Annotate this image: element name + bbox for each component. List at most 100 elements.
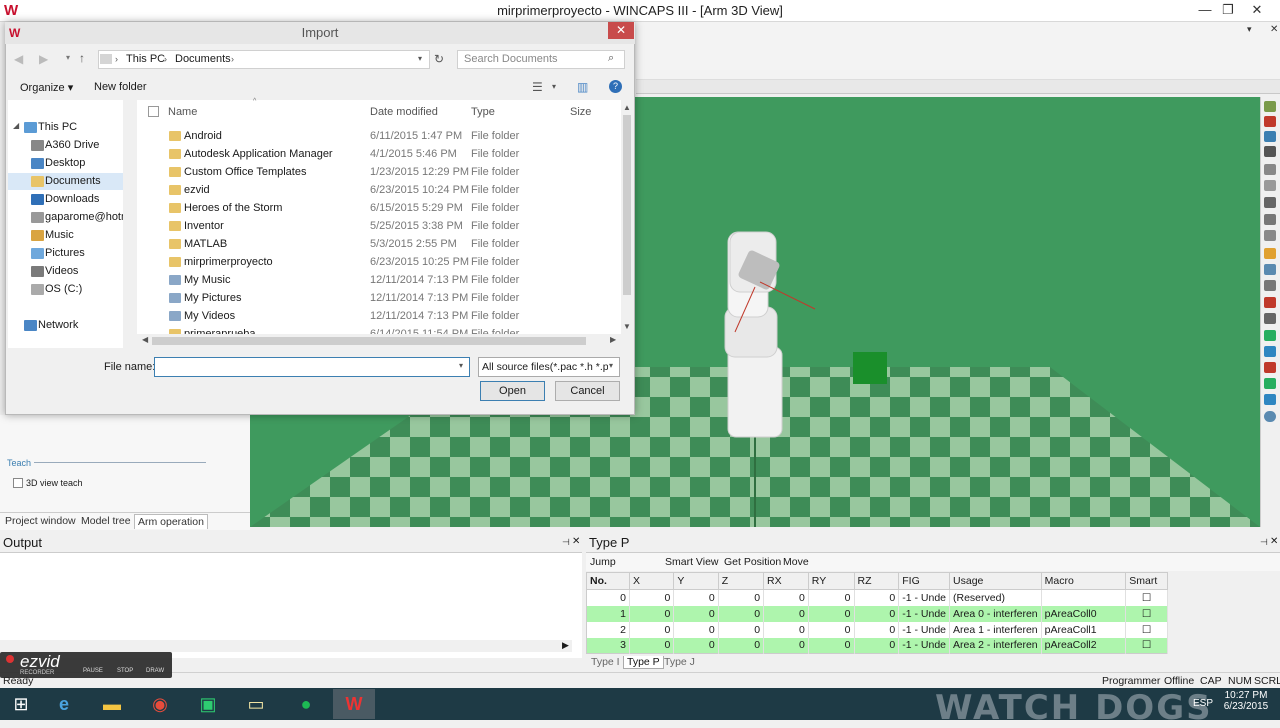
nav-a360-drive[interactable]: A360 Drive <box>45 139 99 151</box>
forward-arrow-icon[interactable]: ▶ <box>39 52 48 66</box>
typep-close-icon[interactable]: ✕ <box>1270 536 1278 547</box>
tool-icon-10[interactable] <box>1264 248 1276 259</box>
cell-fig[interactable]: -1 - Unde <box>898 621 951 638</box>
file-row[interactable]: Heroes of the Storm 6/15/2015 5:29 PM File… <box>137 200 621 218</box>
breadcrumb-documents[interactable]: Documents <box>175 53 231 65</box>
search-icon[interactable]: ⌕ <box>608 52 614 65</box>
wincaps-taskbar-icon[interactable]: W <box>333 689 375 719</box>
cell-y[interactable]: 0 <box>673 589 719 606</box>
breadcrumb-chevron-icon[interactable]: › <box>164 54 167 64</box>
mdi-minimize-button[interactable]: ▾ <box>1247 24 1252 35</box>
cell-ry[interactable]: 0 <box>808 637 855 654</box>
col-usage[interactable]: Usage <box>949 572 1042 590</box>
breadcrumb-chevron-icon[interactable]: › <box>115 54 118 64</box>
cell-z[interactable]: 0 <box>718 621 765 638</box>
organize-button[interactable]: Organize ▾ <box>20 81 73 94</box>
explorer-folder-icon[interactable]: ▭ <box>235 689 277 719</box>
column-type[interactable]: Type <box>471 106 495 118</box>
address-dropdown-icon[interactable]: ▾ <box>418 54 422 63</box>
menu-jump[interactable]: Jump <box>590 556 616 568</box>
draw-button[interactable]: DRAW <box>146 668 164 674</box>
breadcrumb-chevron-icon[interactable]: › <box>231 54 234 64</box>
file-row[interactable]: primeraprueba 6/14/2015 11:54 PM File fold… <box>137 326 621 334</box>
file-row[interactable]: My Music 12/11/2014 7:13 PM File folder <box>137 272 621 290</box>
file-row[interactable]: Custom Office Templates 1/23/2015 12:29 P… <box>137 164 621 182</box>
cell-y[interactable]: 0 <box>673 621 719 638</box>
spotify-icon[interactable]: ● <box>285 689 327 719</box>
nav-network[interactable]: Network <box>38 319 78 331</box>
cell-ry[interactable]: 0 <box>808 605 855 622</box>
cell-rx[interactable]: 0 <box>763 621 809 638</box>
file-row[interactable]: Android 6/11/2015 1:47 PM File folder <box>137 128 621 146</box>
menu-get-position[interactable]: Get Position <box>724 556 781 568</box>
output-pin-icon[interactable]: ⊣ <box>562 537 570 548</box>
file-row[interactable]: Autodesk Application Manager 4/1/2015 5:4… <box>137 146 621 164</box>
cell-rz[interactable]: 0 <box>854 589 900 606</box>
scroll-down-icon[interactable]: ▼ <box>623 322 631 331</box>
cancel-button[interactable]: Cancel <box>555 381 620 401</box>
cell-z[interactable]: 0 <box>718 589 765 606</box>
menu-smart-view[interactable]: Smart View <box>665 556 719 568</box>
table-row[interactable]: 2 0 0 0 0 0 0 -1 - Unde Area 1 - interfe… <box>586 621 1168 638</box>
typep-pin-icon[interactable]: ⊣ <box>1260 537 1268 548</box>
col-y[interactable]: Y <box>673 572 719 590</box>
cell-rz[interactable]: 0 <box>854 637 900 654</box>
cell-fig[interactable]: -1 - Unde <box>898 637 951 654</box>
tool-icon-11[interactable] <box>1264 264 1276 275</box>
open-button[interactable]: Open <box>480 381 545 401</box>
file-row[interactable]: MATLAB 5/3/2015 2:55 PM File folder <box>137 236 621 254</box>
cell-smart-checkbox[interactable]: ☐ <box>1125 621 1168 638</box>
scroll-right-arrow-icon[interactable]: ▶ <box>610 335 616 344</box>
close-button[interactable]: ✕ <box>1243 0 1271 20</box>
view-dropdown-icon[interactable]: ▾ <box>552 82 556 91</box>
file-row[interactable]: My Videos 12/11/2014 7:13 PM File folder <box>137 308 621 326</box>
tab-type-p[interactable]: Type P <box>623 656 664 669</box>
output-hscrollbar[interactable] <box>0 640 572 652</box>
cell-macro[interactable]: pAreaColl2 <box>1041 637 1127 654</box>
tool-icon-5[interactable] <box>1264 164 1276 175</box>
recent-dropdown-icon[interactable]: ▾ <box>66 53 70 62</box>
tool-icon-2[interactable] <box>1264 116 1276 127</box>
scroll-right-icon[interactable]: ▶ <box>562 640 569 651</box>
pause-button[interactable]: PAUSE <box>83 668 103 674</box>
column-date-modified[interactable]: Date modified <box>370 106 438 118</box>
axis-y2-icon[interactable] <box>1264 378 1276 389</box>
tool-icon-9[interactable] <box>1264 230 1276 241</box>
hscroll-thumb[interactable] <box>152 337 586 345</box>
vscroll-thumb[interactable] <box>623 115 631 295</box>
file-name-dropdown-icon[interactable]: ▾ <box>459 361 463 370</box>
cell-smart-checkbox[interactable]: ☐ <box>1125 605 1168 622</box>
cell-fig[interactable]: -1 - Unde <box>898 589 951 606</box>
file-type-dropdown-icon[interactable]: ▾ <box>609 361 613 370</box>
cell-x[interactable]: 0 <box>629 637 675 654</box>
tool-icon-12[interactable] <box>1264 280 1276 291</box>
col-rz[interactable]: RZ <box>853 572 900 590</box>
tool-icon-14[interactable] <box>1264 313 1276 324</box>
cell-fig[interactable]: -1 - Unde <box>898 605 951 622</box>
table-row[interactable]: 0 0 0 0 0 0 0 -1 - Unde (Reserved) ☐ <box>586 589 1168 606</box>
cell-smart-checkbox[interactable]: ☐ <box>1125 589 1168 606</box>
nav-scrollbar[interactable] <box>123 100 135 348</box>
cell-rx[interactable]: 0 <box>763 637 809 654</box>
dialog-close-button[interactable]: ✕ <box>608 22 634 39</box>
cell-ry[interactable]: 0 <box>808 621 855 638</box>
cell-macro[interactable]: pAreaColl0 <box>1041 605 1127 622</box>
cell-usage[interactable]: (Reserved) <box>949 589 1042 606</box>
nav-pictures[interactable]: Pictures <box>45 247 85 259</box>
col-z[interactable]: Z <box>717 572 765 590</box>
tool-icon-1[interactable] <box>1264 101 1276 112</box>
select-all-checkbox[interactable] <box>148 106 159 117</box>
file-row[interactable]: Inventor 5/25/2015 3:38 PM File folder <box>137 218 621 236</box>
clock[interactable]: 10:27 PM 6/23/2015 <box>1216 690 1276 712</box>
nav-music[interactable]: Music <box>45 229 74 241</box>
start-windows-icon[interactable]: ⊞ <box>0 689 42 719</box>
file-name-input[interactable] <box>154 357 470 377</box>
column-size[interactable]: Size <box>570 106 591 118</box>
tool-icon-3[interactable] <box>1264 131 1276 142</box>
nav-desktop[interactable]: Desktop <box>45 157 85 169</box>
mdi-close-button[interactable]: ✕ <box>1270 24 1278 35</box>
cell-z[interactable]: 0 <box>718 605 765 622</box>
menu-move[interactable]: Move <box>783 556 809 568</box>
nav-this-pc[interactable]: This PC <box>38 121 77 133</box>
back-arrow-icon[interactable]: ◀ <box>14 52 23 66</box>
